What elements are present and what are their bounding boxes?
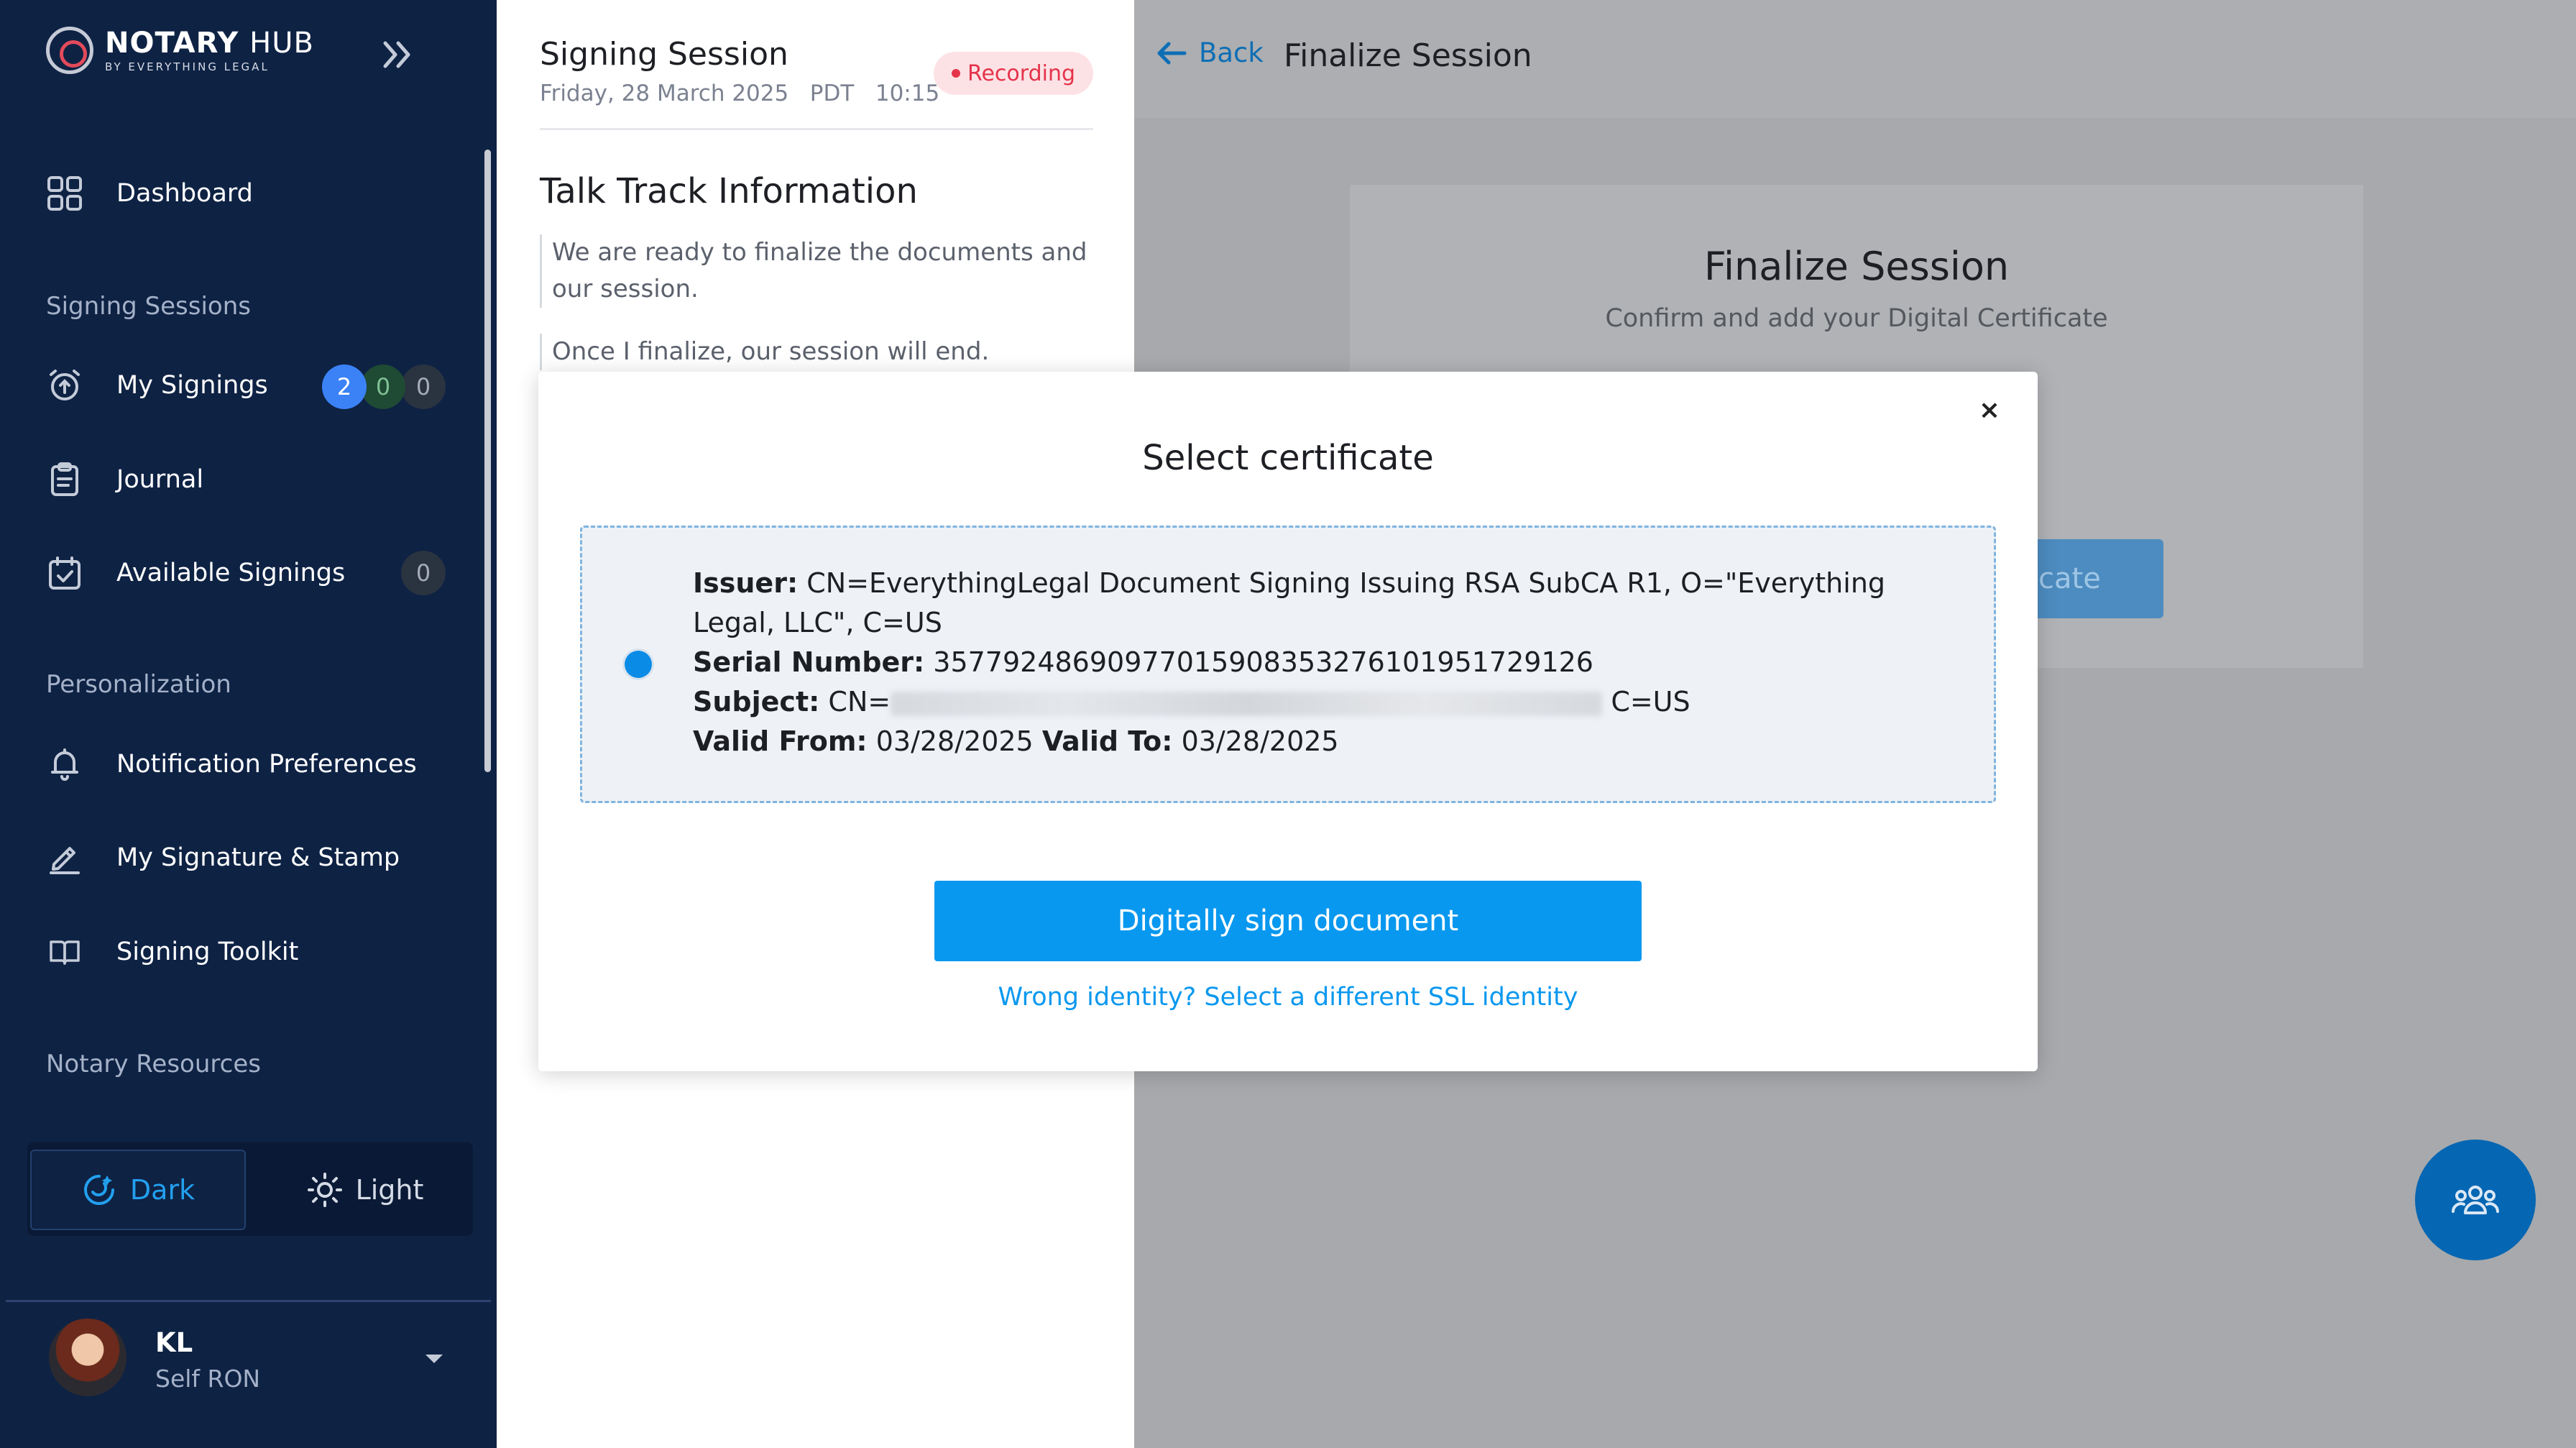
moon-icon [83, 1175, 114, 1205]
badge-count: 2 [322, 365, 367, 409]
sidebar-item-label: Notification Preferences [116, 750, 417, 779]
back-button[interactable]: Back [1156, 37, 1264, 68]
sidebar-item-label: Available Signings [116, 559, 346, 587]
sidebar-item-label: Signing Toolkit [116, 938, 299, 966]
redacted-subject [891, 691, 1603, 716]
theme-light-button[interactable]: Light [257, 1150, 473, 1230]
sidebar-item-signature-stamp[interactable]: My Signature & Stamp [45, 833, 400, 883]
arrow-left-icon [1157, 42, 1187, 64]
logo-mark-icon [46, 27, 93, 74]
valid-from-value: 03/28/2025 [875, 725, 1034, 757]
back-label: Back [1199, 37, 1264, 68]
recording-label: Recording [967, 60, 1076, 86]
badge-count: 0 [401, 365, 446, 409]
brand-logo[interactable]: NOTARY HUB BY EVERYTHING LEGAL [46, 27, 314, 74]
subject-prefix: CN= [828, 686, 891, 718]
card-title: Finalize Session [1703, 244, 2010, 289]
divider [6, 1300, 491, 1302]
serial-value: 35779248690977015908353276101951729126 [933, 646, 1593, 678]
wrong-identity-link[interactable]: Wrong identity? Select a different SSL i… [538, 983, 2038, 1012]
session-datetime: Friday, 28 March 2025 PDT 10:15 [540, 81, 939, 106]
brand-subtitle: BY EVERYTHING LEGAL [105, 60, 270, 73]
add-certificate-button[interactable]: cate [2033, 539, 2163, 618]
session-date: Friday, 28 March 2025 [540, 81, 789, 106]
brand-title: NOTARY [105, 27, 239, 60]
valid-from-label: Valid From: [693, 725, 868, 757]
select-certificate-modal: × Select certificate Issuer: CN=Everythi… [538, 372, 2038, 1071]
section-title-notary-resources: Notary Resources [46, 1050, 261, 1078]
theme-toggle: Dark Light [27, 1142, 473, 1236]
badge-count: 0 [361, 365, 405, 409]
talk-track-text: We are ready to finalize the documents a… [540, 234, 1093, 308]
session-title: Signing Session [540, 36, 788, 73]
section-title-signing-sessions: Signing Sessions [46, 292, 251, 321]
dashboard-grid-icon [45, 173, 85, 214]
sidebar-item-available-signings[interactable]: Available Signings [45, 548, 345, 598]
sun-icon [307, 1173, 342, 1207]
theme-dark-button[interactable]: Dark [30, 1150, 246, 1230]
page-header: Back Finalize Session [1134, 0, 2576, 118]
valid-to-value: 03/28/2025 [1181, 725, 1339, 757]
users-group-icon [2452, 1186, 2499, 1214]
sidebar-item-signing-toolkit[interactable]: Signing Toolkit [45, 927, 298, 977]
issuer-label: Issuer: [693, 567, 799, 599]
subject-label: Subject: [693, 686, 820, 718]
talk-track-title: Talk Track Information [540, 171, 918, 211]
sidebar-item-label: My Signings [116, 371, 268, 400]
theme-light-label: Light [355, 1174, 424, 1206]
certificate-radio[interactable] [622, 649, 654, 680]
book-icon [45, 932, 85, 972]
issuer-value: CN=EverythingLegal Document Signing Issu… [693, 567, 1886, 638]
talk-track-text: Once I finalize, our session will end. [540, 334, 1093, 370]
certificate-details: Issuer: CN=EverythingLegal Document Sign… [693, 564, 1972, 761]
valid-to-label: Valid To: [1041, 725, 1173, 757]
session-time: 10:15 [875, 81, 940, 106]
recording-badge: Recording [934, 52, 1093, 95]
section-title-personalization: Personalization [46, 670, 231, 699]
calendar-check-icon [45, 553, 85, 593]
chevron-down-icon[interactable] [426, 1355, 443, 1363]
sidebar-item-label: My Signature & Stamp [116, 843, 400, 872]
sidebar-item-label: Journal [116, 465, 204, 494]
user-role: Self RON [155, 1365, 261, 1393]
sidebar-item-my-signings[interactable]: My Signings [45, 360, 268, 411]
session-timezone: PDT [809, 81, 855, 106]
avatar[interactable] [49, 1319, 126, 1396]
sidebar-scrollbar[interactable] [484, 150, 491, 772]
user-name: KL [155, 1327, 193, 1358]
collapse-sidebar-icon[interactable] [378, 35, 418, 75]
badge-count: 0 [401, 551, 446, 595]
sidebar: NOTARY HUB BY EVERYTHING LEGAL Dashboard… [0, 0, 497, 1448]
pen-icon [45, 838, 85, 878]
sidebar-item-dashboard[interactable]: Dashboard [45, 168, 253, 219]
sidebar-item-journal[interactable]: Journal [45, 454, 203, 505]
digitally-sign-button[interactable]: Digitally sign document [934, 881, 1642, 961]
sidebar-item-label: Dashboard [116, 179, 253, 208]
serial-label: Serial Number: [693, 646, 925, 678]
bell-icon [45, 744, 85, 784]
sidebar-item-notification-preferences[interactable]: Notification Preferences [45, 739, 417, 789]
subject-suffix: C=US [1611, 686, 1690, 718]
recording-dot-icon [951, 69, 960, 78]
modal-title: Select certificate [1142, 438, 1434, 478]
participants-button[interactable] [2415, 1140, 2536, 1260]
page-title: Finalize Session [1284, 37, 1532, 74]
close-icon[interactable]: × [1975, 395, 2004, 425]
theme-dark-label: Dark [129, 1174, 196, 1206]
brand-title-hub: HUB [249, 27, 314, 60]
divider [540, 128, 1093, 130]
alarm-clock-icon [45, 365, 85, 405]
clipboard-icon [45, 459, 85, 500]
card-subtitle: Confirm and add your Digital Certificate [1605, 304, 2108, 333]
certificate-option[interactable]: Issuer: CN=EverythingLegal Document Sign… [580, 526, 1996, 803]
